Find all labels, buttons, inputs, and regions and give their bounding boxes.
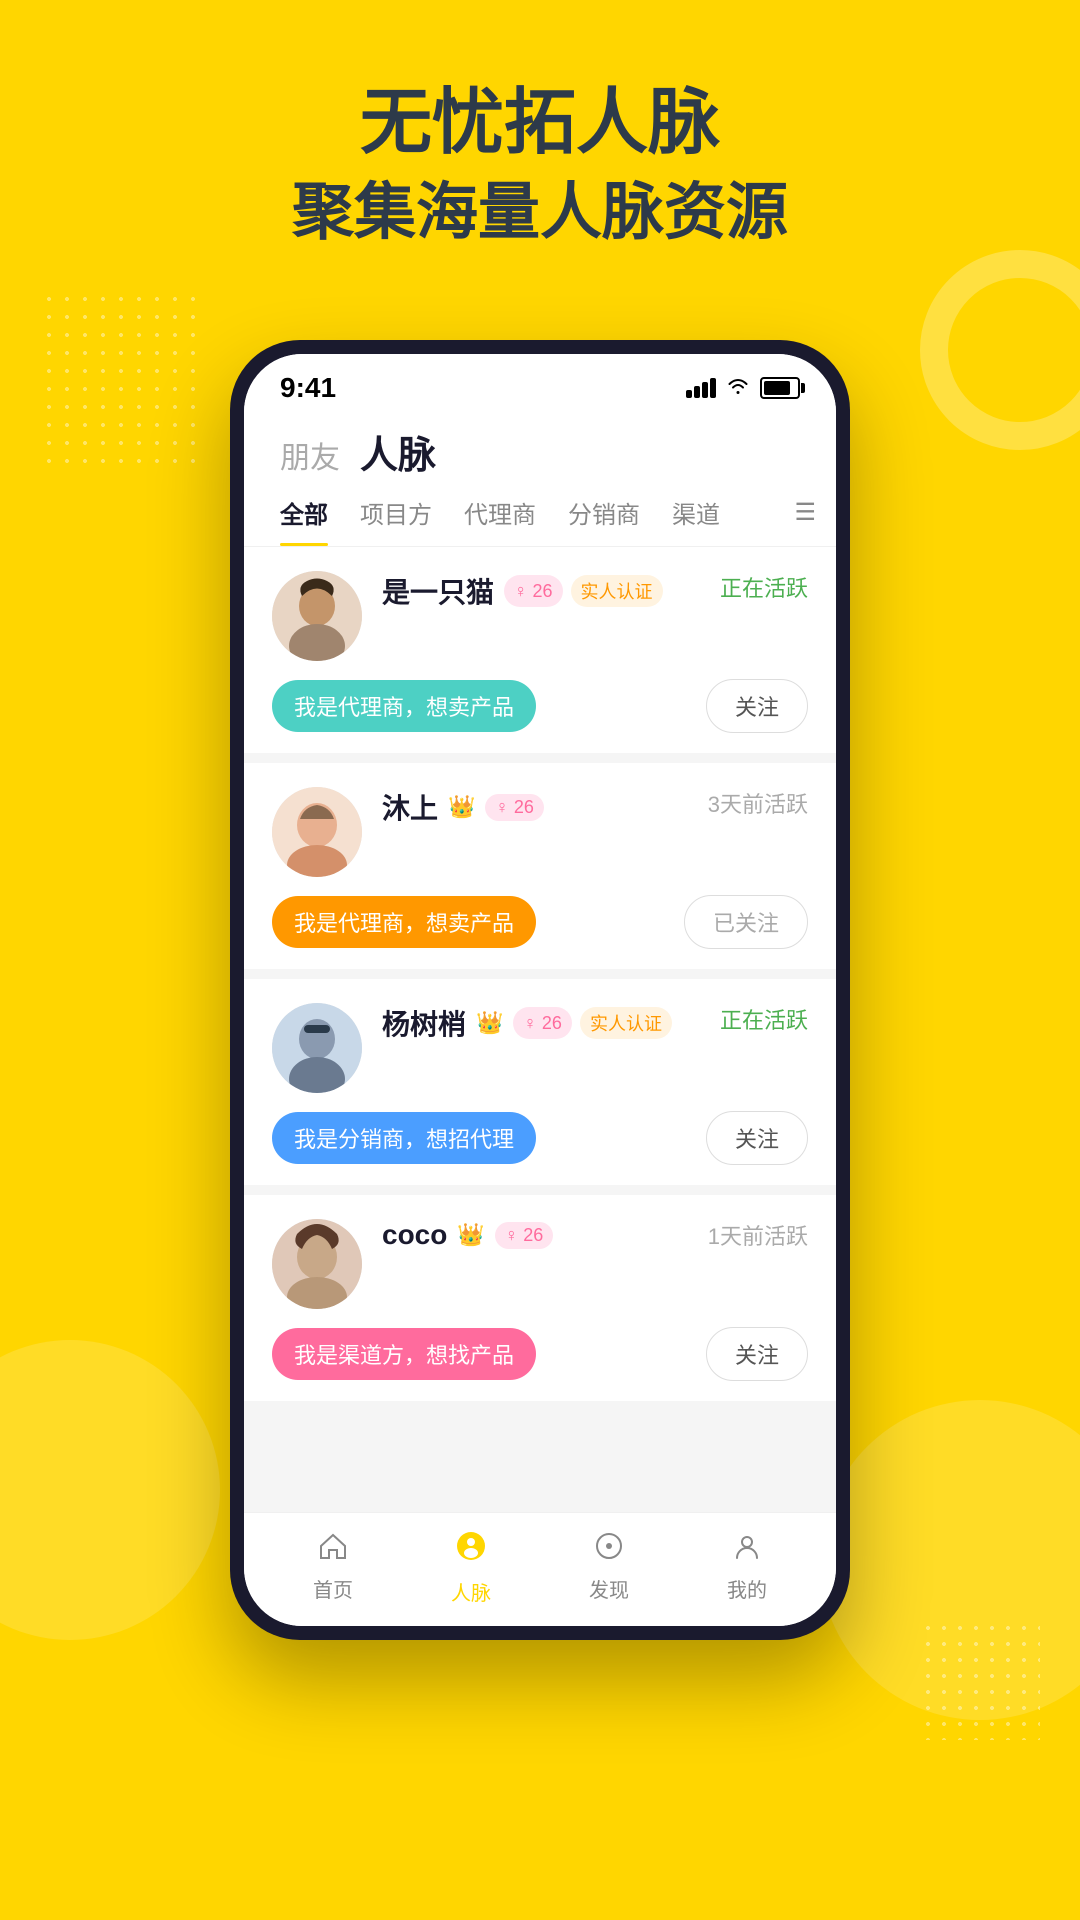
follow-btn-2[interactable]: 已关注 xyxy=(684,895,808,949)
contact-name-2: 沐上 xyxy=(382,787,438,827)
status-icons xyxy=(686,375,800,401)
nav-item-mine[interactable]: 我的 xyxy=(727,1532,767,1603)
signal-icon xyxy=(686,378,716,398)
status-time: 9:41 xyxy=(280,372,336,404)
nav-label-mine: 我的 xyxy=(727,1574,767,1603)
contact-card-2: 沐上 👑 ♀ 26 3天前活跃 我是代理商，想卖产品 已关注 xyxy=(244,763,836,969)
contact-desc-2: 我是代理商，想卖产品 xyxy=(272,896,536,948)
tab-distributor[interactable]: 分销商 xyxy=(552,495,656,546)
contact-name-1: 是一只猫 xyxy=(382,571,494,611)
bg-dots-left xyxy=(40,290,200,470)
nav-item-home[interactable]: 首页 xyxy=(313,1532,353,1603)
crown-icon-4: 👑 xyxy=(457,1222,484,1248)
contact-info-4: coco 👑 ♀ 26 xyxy=(382,1219,688,1259)
contact-tags-4: ♀ 26 xyxy=(495,1222,554,1249)
battery-icon xyxy=(760,377,800,399)
contact-tags-3: ♀ 26 实人认证 xyxy=(513,1007,672,1039)
contact-main-2: 沐上 👑 ♀ 26 3天前活跃 xyxy=(272,787,808,877)
contact-name-row-2: 沐上 👑 ♀ 26 xyxy=(382,787,688,827)
contact-name-row-4: coco 👑 ♀ 26 xyxy=(382,1219,688,1251)
contact-card-4: coco 👑 ♀ 26 1天前活跃 我是渠道方，想找产品 关注 xyxy=(244,1195,836,1401)
nav-item-renmai[interactable]: 人脉 xyxy=(451,1529,491,1606)
nav-label-discover: 发现 xyxy=(589,1574,629,1603)
contact-info-1: 是一只猫 ♀ 26 实人认证 xyxy=(382,571,700,619)
nav-icon-home xyxy=(318,1532,348,1568)
contact-name-row-3: 杨树梢 👑 ♀ 26 实人认证 xyxy=(382,1003,700,1043)
nav-label-home: 首页 xyxy=(313,1574,353,1603)
follow-btn-1[interactable]: 关注 xyxy=(706,679,808,733)
avatar-4 xyxy=(272,1219,362,1309)
tab-all[interactable]: 全部 xyxy=(264,495,344,546)
avatar-3 xyxy=(272,1003,362,1093)
signal-bar-2 xyxy=(694,386,700,398)
contact-bottom-1: 我是代理商，想卖产品 关注 xyxy=(272,679,808,733)
header-line1: 无忧拓人脉 xyxy=(0,80,1080,166)
contact-main-1: 是一只猫 ♀ 26 实人认证 正在活跃 xyxy=(272,571,808,661)
contact-name-row-1: 是一只猫 ♀ 26 实人认证 xyxy=(382,571,700,611)
phone-wrapper: 9:41 xyxy=(230,340,850,1640)
contact-desc-4: 我是渠道方，想找产品 xyxy=(272,1328,536,1380)
signal-bar-3 xyxy=(702,382,708,398)
contact-desc-3: 我是分销商，想招代理 xyxy=(272,1112,536,1164)
nav-icon-renmai xyxy=(454,1529,488,1571)
follow-btn-4[interactable]: 关注 xyxy=(706,1327,808,1381)
contact-card-3: 杨树梢 👑 ♀ 26 实人认证 正在活跃 我是分销商，想招代理 xyxy=(244,979,836,1185)
page-title-active[interactable]: 人脉 xyxy=(360,424,436,479)
tag-gender-2: ♀ 26 xyxy=(485,794,544,821)
bg-dots-right-bottom xyxy=(920,1620,1040,1740)
wifi-icon xyxy=(726,375,750,401)
contact-bottom-4: 我是渠道方，想找产品 关注 xyxy=(272,1327,808,1381)
tag-gender-4: ♀ 26 xyxy=(495,1222,554,1249)
contact-info-2: 沐上 👑 ♀ 26 xyxy=(382,787,688,835)
header-text: 无忧拓人脉 聚集海量人脉资源 xyxy=(0,80,1080,251)
crown-icon-2: 👑 xyxy=(448,794,475,820)
contact-tags-2: ♀ 26 xyxy=(485,794,544,821)
contact-info-3: 杨树梢 👑 ♀ 26 实人认证 xyxy=(382,1003,700,1051)
contact-bottom-2: 我是代理商，想卖产品 已关注 xyxy=(272,895,808,949)
tab-menu-icon[interactable]: ☰ xyxy=(794,498,816,543)
header-line2: 聚集海量人脉资源 xyxy=(0,176,1080,250)
bottom-nav: 首页 人脉 xyxy=(244,1512,836,1626)
battery-fill xyxy=(764,381,790,395)
bg-circle-left-bottom xyxy=(0,1340,220,1640)
nav-icon-mine xyxy=(733,1532,761,1568)
bg-circle-right-top xyxy=(920,250,1080,450)
contact-list: 是一只猫 ♀ 26 实人认证 正在活跃 我是代理商，想卖产品 关注 xyxy=(244,547,836,1512)
signal-bar-4 xyxy=(710,378,716,398)
status-bar: 9:41 xyxy=(244,354,836,414)
crown-icon-3: 👑 xyxy=(476,1010,503,1036)
signal-bar-1 xyxy=(686,390,692,398)
nav-label-renmai: 人脉 xyxy=(451,1577,491,1606)
tab-channel[interactable]: 渠道 xyxy=(656,495,736,546)
phone-frame: 9:41 xyxy=(230,340,850,1640)
nav-icon-discover xyxy=(595,1532,623,1568)
contact-card-1: 是一只猫 ♀ 26 实人认证 正在活跃 我是代理商，想卖产品 关注 xyxy=(244,547,836,753)
page-title-inactive[interactable]: 朋友 xyxy=(280,433,340,477)
contact-name-3: 杨树梢 xyxy=(382,1003,466,1043)
contact-main-4: coco 👑 ♀ 26 1天前活跃 xyxy=(272,1219,808,1309)
contact-desc-1: 我是代理商，想卖产品 xyxy=(272,680,536,732)
contact-main-3: 杨树梢 👑 ♀ 26 实人认证 正在活跃 xyxy=(272,1003,808,1093)
contact-status-4: 1天前活跃 xyxy=(708,1219,808,1251)
phone-screen: 9:41 xyxy=(244,354,836,1626)
tag-gender-1: ♀ 26 xyxy=(504,575,563,607)
contact-bottom-3: 我是分销商，想招代理 关注 xyxy=(272,1111,808,1165)
tab-agent[interactable]: 代理商 xyxy=(448,495,552,546)
tag-verified-1: 实人认证 xyxy=(571,575,663,607)
follow-btn-3[interactable]: 关注 xyxy=(706,1111,808,1165)
tab-bar: 全部 项目方 代理商 分销商 渠道 ☰ xyxy=(244,479,836,547)
contact-status-1: 正在活跃 xyxy=(720,571,808,603)
tab-project[interactable]: 项目方 xyxy=(344,495,448,546)
tag-verified-3: 实人认证 xyxy=(580,1007,672,1039)
contact-name-4: coco xyxy=(382,1219,447,1251)
avatar-2 xyxy=(272,787,362,877)
tag-gender-3: ♀ 26 xyxy=(513,1007,572,1039)
contact-status-3: 正在活跃 xyxy=(720,1003,808,1035)
nav-item-discover[interactable]: 发现 xyxy=(589,1532,629,1603)
avatar-1 xyxy=(272,571,362,661)
page-header: 朋友 人脉 xyxy=(244,414,836,479)
contact-status-2: 3天前活跃 xyxy=(708,787,808,819)
contact-tags-1: ♀ 26 实人认证 xyxy=(504,575,663,607)
page-title-row: 朋友 人脉 xyxy=(280,424,800,479)
